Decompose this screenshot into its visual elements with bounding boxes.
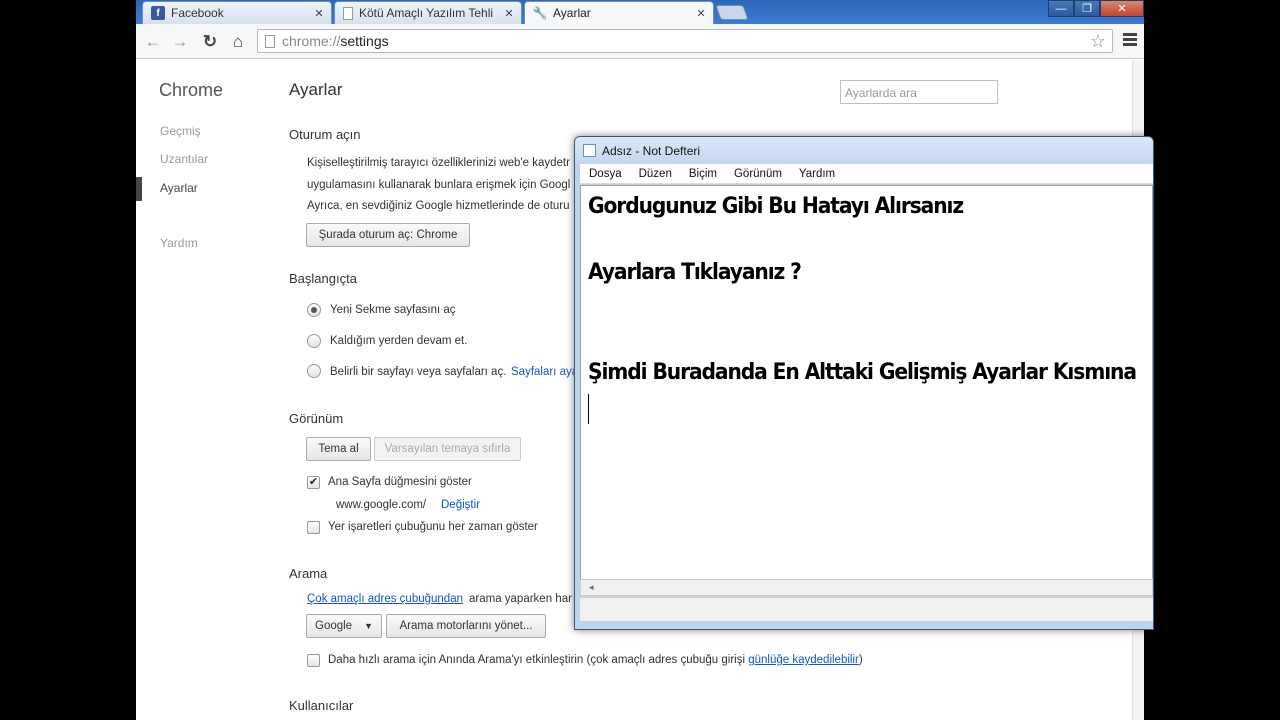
home-icon[interactable]: ⌂	[227, 31, 249, 53]
reset-theme-button[interactable]: Varsayılan temaya sıfırla	[374, 437, 521, 461]
menu-view[interactable]: Görünüm	[726, 168, 791, 180]
section-title-users: Kullanıcılar	[289, 698, 354, 713]
tab-title: Facebook	[171, 6, 224, 20]
page-icon	[265, 35, 275, 48]
notepad-menubar: Dosya Düzen Biçim Görünüm Yardım	[580, 164, 1153, 184]
signin-text: uygulamasını kullanarak bunlara erişmek …	[307, 179, 571, 191]
notepad-horizontal-scrollbar[interactable]: ◂	[580, 579, 1153, 596]
omnibox-link[interactable]: Çok amaçlı adres çubuğundan	[307, 593, 463, 605]
address-bar[interactable]: chrome://settings ☆	[257, 29, 1113, 53]
tab-strip: f Facebook ✕ Kötü Amaçlı Yazılım Tehli ✕…	[136, 0, 1144, 24]
notepad-text-area[interactable]: Gordugunuz Gibi Bu Hatayı Alırsanız Ayar…	[580, 185, 1153, 585]
url-scheme: chrome://	[282, 33, 341, 49]
notepad-icon	[583, 144, 596, 157]
menu-edit[interactable]: Düzen	[631, 168, 681, 180]
menu-format[interactable]: Biçim	[681, 168, 726, 180]
url-path: settings	[340, 33, 389, 49]
search-text: arama yaparken har	[469, 593, 572, 605]
page-title: Ayarlar	[289, 80, 343, 99]
restore-icon[interactable]: ❐	[1074, 0, 1100, 17]
radio-label: Belirli bir sayfayı veya sayfaları aç.	[330, 366, 507, 378]
notepad-titlebar[interactable]: Adsız - Not Defteri	[575, 137, 1153, 164]
radio-specific-pages[interactable]	[307, 364, 321, 378]
sidebar-item-extensions[interactable]: Uzantılar	[160, 152, 208, 166]
page-icon	[343, 6, 353, 20]
tab-title: Ayarlar	[553, 6, 591, 20]
get-themes-button[interactable]: Tema al	[306, 437, 371, 461]
close-icon[interactable]: ✕	[501, 7, 517, 20]
set-pages-link[interactable]: Sayfaları aya	[511, 366, 578, 378]
instant-text: Daha hızlı arama için Anında Arama'yı et…	[328, 654, 746, 666]
signin-button[interactable]: Şurada oturum aç: Chrome	[306, 223, 470, 247]
instant-close-paren: )	[858, 654, 863, 666]
sidebar-title: Chrome	[159, 80, 224, 100]
notepad-window: Adsız - Not Defteri Dosya Düzen Biçim Gö…	[574, 136, 1154, 630]
home-url: www.google.com/	[336, 499, 427, 511]
sidebar-item-settings[interactable]: Ayarlar	[160, 181, 198, 195]
signin-text: Ayrıca, en sevdiğiniz Google hizmetlerin…	[307, 200, 570, 212]
bookmarks-bar-checkbox[interactable]	[307, 521, 320, 534]
notepad-line: Ayarlara Tıklayanız ?	[588, 260, 802, 285]
new-tab-button[interactable]	[715, 5, 749, 20]
notepad-title: Adsız - Not Defteri	[602, 143, 701, 158]
sidebar-item-history[interactable]: Geçmiş	[160, 124, 201, 138]
home-button-checkbox[interactable]: ✔	[307, 476, 320, 489]
radio-label: Yeni Sekme sayfasını aç	[330, 304, 456, 316]
text-caret	[588, 394, 589, 424]
checkbox-label: Ana Sayfa düğmesini göster	[328, 476, 472, 488]
radio-continue[interactable]	[307, 334, 321, 348]
logging-link[interactable]: günlüğe kaydedilebilir	[748, 654, 859, 666]
radio-new-tab[interactable]	[307, 303, 321, 317]
manage-search-engines-button[interactable]: Arama motorlarını yönet...	[386, 614, 546, 638]
section-title-startup: Başlangıçta	[289, 271, 357, 286]
tab-malware[interactable]: Kötü Amaçlı Yazılım Tehli ✕	[334, 1, 522, 24]
reload-icon[interactable]: ↻	[199, 31, 221, 53]
close-icon[interactable]: ✕	[311, 7, 327, 20]
minimize-icon[interactable]: —	[1048, 0, 1074, 17]
instant-search-checkbox[interactable]	[307, 654, 320, 667]
tab-title: Kötü Amaçlı Yazılım Tehli	[359, 6, 494, 20]
instant-search-label: Daha hızlı arama için Anında Arama'yı et…	[328, 654, 863, 666]
selected-marker	[136, 177, 142, 201]
change-home-link[interactable]: Değiştir	[441, 499, 480, 511]
menu-icon[interactable]	[1123, 33, 1137, 48]
settings-search-input[interactable]: Ayarlarda ara	[840, 80, 998, 104]
dropdown-arrow-icon: ▼	[364, 621, 373, 631]
signin-text: Kişiselleştirilmiş tarayıcı özelliklerin…	[307, 157, 570, 169]
section-title-signin: Oturum açın	[289, 127, 361, 142]
tab-settings[interactable]: 🔧 Ayarlar ✕	[524, 1, 714, 24]
scroll-left-icon[interactable]: ◂	[589, 582, 594, 592]
toolbar: ← → ↻ ⌂ chrome://settings ☆	[136, 24, 1144, 59]
wrench-icon: 🔧	[532, 6, 548, 20]
checkbox-label: Yer işaretleri çubuğunu her zaman göster	[328, 521, 538, 533]
notepad-status-area	[580, 597, 1153, 621]
notepad-line: Gordugunuz Gibi Bu Hatayı Alırsanız	[588, 194, 964, 219]
radio-label: Kaldığım yerden devam et.	[330, 335, 468, 347]
menu-help[interactable]: Yardım	[791, 168, 844, 180]
facebook-icon: f	[151, 6, 165, 20]
sidebar-item-help[interactable]: Yardım	[160, 236, 198, 250]
search-engine-select[interactable]: Google ▼	[306, 614, 382, 638]
window-close-icon[interactable]: ✕	[1100, 0, 1144, 17]
tab-facebook[interactable]: f Facebook ✕	[142, 1, 332, 24]
menu-file[interactable]: Dosya	[580, 168, 631, 180]
forward-arrow-icon[interactable]: →	[169, 31, 191, 53]
search-engine-value: Google	[315, 620, 353, 632]
section-title-appearance: Görünüm	[289, 411, 344, 426]
section-title-search: Arama	[289, 566, 328, 581]
notepad-line: Şimdi Buradanda En Alttaki Gelişmiş Ayar…	[588, 360, 1137, 385]
close-icon[interactable]: ✕	[693, 7, 709, 20]
window-controls: — ❐ ✕	[1048, 0, 1144, 18]
back-arrow-icon[interactable]: ←	[142, 31, 164, 53]
star-icon[interactable]: ☆	[1090, 31, 1106, 52]
